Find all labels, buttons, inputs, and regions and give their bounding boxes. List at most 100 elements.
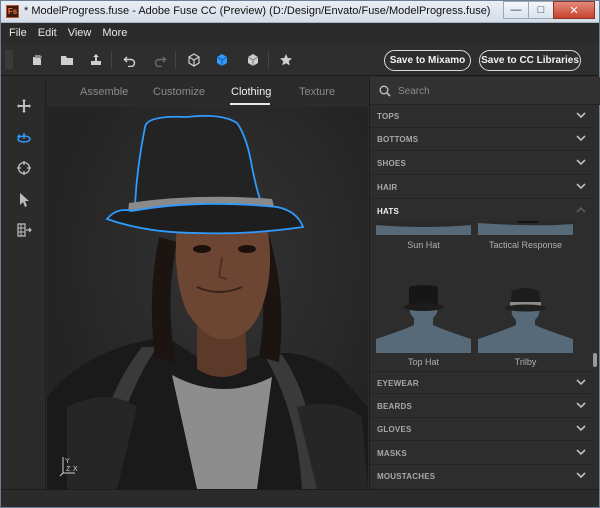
category-beards[interactable]: BEARDS	[370, 395, 592, 418]
category-label: SHOES	[377, 159, 407, 168]
category-label: HAIR	[377, 183, 398, 192]
hats-scrollbar[interactable]	[592, 213, 598, 368]
window-controls: — □ ✕	[503, 1, 595, 19]
trilby-thumbnail[interactable]	[478, 285, 573, 353]
chevron-down-icon	[576, 159, 586, 166]
menu-bar: File Edit View More	[1, 23, 599, 43]
top-hat-label: Top Hat	[407, 357, 440, 367]
category-masks[interactable]: MASKS	[370, 442, 592, 465]
chevron-up-icon	[576, 206, 586, 213]
active-tab-indicator	[230, 103, 270, 105]
category-label: BEARDS	[377, 402, 412, 411]
open-folder-icon[interactable]	[59, 52, 74, 67]
minimize-button[interactable]: —	[503, 1, 529, 19]
maximize-button[interactable]: □	[528, 1, 554, 19]
redo-icon[interactable]	[152, 52, 167, 67]
category-gloves[interactable]: GLOVES	[370, 418, 592, 441]
tab-texture[interactable]: Texture	[299, 86, 335, 98]
star-icon[interactable]	[278, 52, 293, 67]
toolbar-separator	[268, 51, 269, 69]
category-shoes[interactable]: SHOES	[370, 152, 592, 175]
toolbar-handle	[5, 50, 13, 69]
category-label: GLOVES	[377, 425, 412, 434]
clothing-panel: TOPS BOTTOMS SHOES HAIR HATS Sun Hat	[369, 77, 600, 489]
chevron-down-icon	[576, 135, 586, 142]
maximize-icon: □	[537, 4, 545, 16]
select-pointer-icon[interactable]	[15, 191, 33, 209]
menu-view[interactable]: View	[68, 27, 92, 39]
minimize-icon: —	[510, 4, 522, 16]
new-file-icon[interactable]	[29, 52, 44, 67]
focus-target-icon[interactable]	[15, 159, 33, 177]
undo-icon[interactable]	[122, 52, 137, 67]
mode-tabs: Assemble Customize Clothing Texture	[47, 77, 368, 107]
category-label: MASKS	[377, 449, 407, 458]
chevron-down-icon	[576, 379, 586, 386]
chevron-down-icon	[576, 112, 586, 119]
search-icon	[379, 85, 391, 97]
svg-text:X: X	[73, 466, 78, 473]
trilby-icon	[478, 288, 573, 353]
trilby-label: Trilby	[514, 357, 537, 367]
mesh-export-icon[interactable]	[15, 221, 33, 239]
toolbar-separator	[111, 51, 112, 69]
category-bottoms[interactable]: BOTTOMS	[370, 128, 592, 151]
category-hair[interactable]: HAIR	[370, 176, 592, 199]
close-button[interactable]: ✕	[553, 1, 595, 19]
category-label: HATS	[377, 207, 399, 216]
category-label: MOUSTACHES	[377, 472, 436, 481]
tab-assemble[interactable]: Assemble	[80, 86, 128, 98]
rotate-view-icon[interactable]	[15, 129, 33, 147]
sun-hat-label: Sun Hat	[407, 240, 440, 250]
tactical-response-thumbnail[interactable]	[478, 221, 573, 235]
axis-gizmo-icon: Y Z X	[59, 457, 78, 477]
category-label: BOTTOMS	[377, 135, 419, 144]
textured-cube-icon[interactable]	[245, 52, 260, 67]
export-icon[interactable]	[88, 52, 103, 67]
category-label: TOPS	[377, 112, 400, 121]
fuse-app-icon: Fs	[6, 5, 19, 18]
move-tool-icon[interactable]	[15, 97, 33, 115]
save-to-mixamo-button[interactable]: Save to Mixamo	[384, 50, 471, 71]
chevron-down-icon	[576, 449, 586, 456]
top-hat-thumbnail[interactable]	[376, 285, 471, 353]
toolbar-separator	[175, 51, 176, 69]
chevron-down-icon	[576, 425, 586, 432]
window-title: * ModelProgress.fuse - Adobe Fuse CC (Pr…	[24, 5, 491, 17]
app-window: Fs * ModelProgress.fuse - Adobe Fuse CC …	[0, 0, 600, 508]
menu-edit[interactable]: Edit	[38, 27, 57, 39]
sun-hat-icon	[376, 221, 471, 227]
tab-clothing[interactable]: Clothing	[231, 86, 271, 98]
character-model	[47, 114, 368, 489]
wireframe-cube-icon[interactable]	[186, 52, 201, 67]
search-input[interactable]	[398, 83, 588, 99]
category-tops[interactable]: TOPS	[370, 105, 592, 128]
top-hat-icon	[376, 285, 471, 353]
category-label: EYEWEAR	[377, 379, 419, 388]
save-to-cc-libraries-button[interactable]: Save to CC Libraries	[479, 50, 581, 71]
hats-grid: Sun Hat Tactical Response Top Hat Trilby	[370, 221, 592, 371]
svg-text:Y: Y	[65, 458, 70, 465]
category-eyewear[interactable]: EYEWEAR	[370, 371, 592, 394]
tab-customize[interactable]: Customize	[153, 86, 205, 98]
menu-file[interactable]: File	[9, 27, 27, 39]
tool-rail	[1, 77, 46, 489]
status-bar	[1, 489, 599, 507]
svg-text:Z: Z	[66, 466, 71, 473]
category-hats[interactable]: HATS	[370, 200, 592, 223]
chevron-down-icon	[576, 472, 586, 479]
tactical-response-label: Tactical Response	[488, 240, 563, 250]
chevron-down-icon	[576, 402, 586, 409]
axis-gizmo: Y Z X	[59, 455, 81, 479]
scrollbar-thumb[interactable]	[593, 353, 597, 367]
title-bar: Fs * ModelProgress.fuse - Adobe Fuse CC …	[1, 1, 599, 23]
3d-viewport[interactable]: Y Z X	[47, 107, 368, 489]
category-moustaches[interactable]: MOUSTACHES	[370, 465, 592, 488]
solid-cube-icon[interactable]	[214, 52, 229, 67]
toolbar: Save to Mixamo Save to CC Libraries	[1, 43, 599, 76]
tactical-response-icon	[478, 221, 573, 226]
close-icon: ✕	[569, 4, 579, 17]
search-bar	[370, 77, 600, 105]
sun-hat-thumbnail[interactable]	[376, 221, 471, 235]
menu-more[interactable]: More	[102, 27, 127, 39]
